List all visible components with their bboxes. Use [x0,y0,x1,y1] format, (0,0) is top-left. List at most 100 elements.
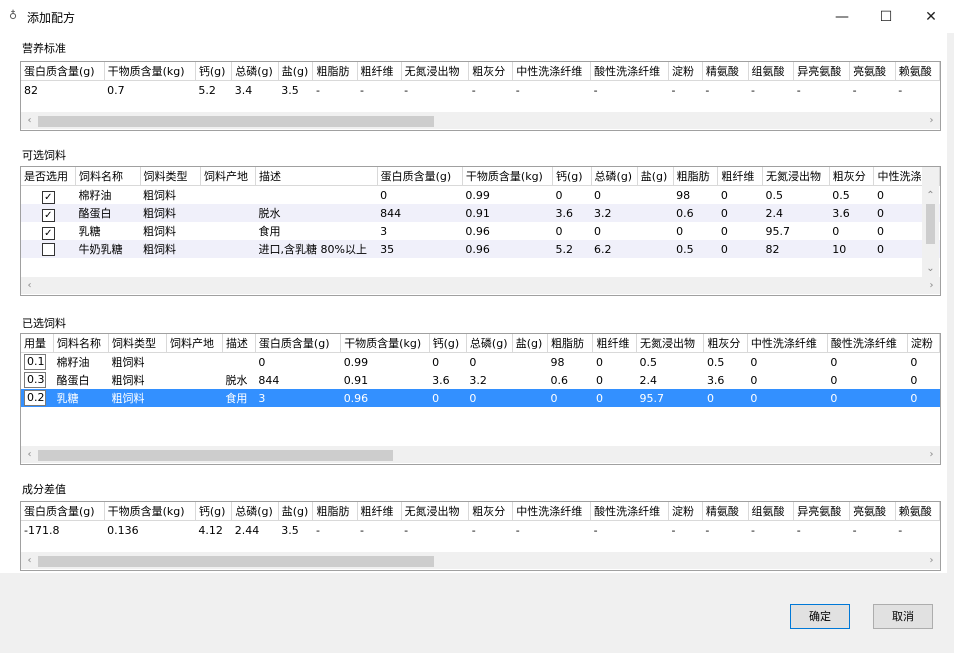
scroll-right-icon[interactable]: › [923,112,940,129]
column-header[interactable]: 蛋白质含量(g) [21,62,105,81]
column-header[interactable]: 粗脂肪 [312,62,358,81]
column-header[interactable]: 无氮浸出物 [636,334,705,353]
column-header[interactable]: 粗灰分 [468,62,514,81]
column-header[interactable]: 精氨酸 [702,502,749,521]
column-header[interactable]: 无氮浸出物 [401,62,470,81]
close-button[interactable]: ✕ [908,0,954,33]
scroll-thumb[interactable] [38,450,393,461]
table-row[interactable]: 0.3 酪蛋白 粗饲料 脱水 844 0.91 3.6 3.2 0.6 0 2.4 3.6 0 0 0 [21,371,940,389]
cancel-button[interactable]: 取消 [873,604,933,629]
column-header[interactable]: 总磷(g) [591,167,638,186]
column-header[interactable]: 亮氨酸 [849,502,896,521]
column-header[interactable]: 亮氨酸 [849,62,896,81]
column-header[interactable]: 描述 [255,167,378,186]
column-header[interactable]: 无氮浸出物 [762,167,830,186]
column-header[interactable]: 粗纤维 [357,62,402,81]
column-header[interactable]: 饲料名称 [53,334,109,353]
available-feeds-hscrollbar[interactable]: ‹ › [21,277,940,294]
difference-hscrollbar[interactable]: ‹ › [21,552,940,569]
checkbox-cell[interactable]: ✓ [21,186,76,204]
maximize-button[interactable]: ☐ [863,0,909,33]
select-checkbox[interactable] [41,243,55,256]
column-header[interactable]: 粗纤维 [357,502,402,521]
select-checkbox[interactable]: ✓ [41,191,55,204]
scroll-left-icon[interactable]: ‹ [21,112,38,129]
column-header[interactable]: 干物质含量(kg) [104,62,196,81]
table-row[interactable]: -171.8 0.136 4.12 2.44 3.5 - - - - - - - - - - - - [21,521,940,540]
column-header[interactable]: 蛋白质含量(g) [377,167,463,186]
column-header[interactable]: 盐(g) [278,62,314,81]
scroll-right-icon[interactable]: › [923,552,940,569]
column-header[interactable]: 酸性洗涤纤维 [590,502,669,521]
difference-grid[interactable]: 蛋白质含量(g) 干物质含量(kg) 钙(g) 总磷(g) 盐(g) 粗脂肪 粗纤维 无氮浸出… [20,501,941,571]
available-feeds-vscrollbar[interactable]: ⌃ ⌄ [922,167,939,277]
column-header[interactable]: 中性洗涤纤维 [512,502,592,521]
column-header[interactable]: 粗纤维 [592,334,637,353]
column-header[interactable]: 淀粉 [668,62,703,81]
column-header[interactable]: 赖氨酸 [895,502,940,521]
select-checkbox[interactable]: ✓ [41,209,55,222]
scroll-thumb[interactable] [926,204,935,244]
scroll-thumb[interactable] [38,116,434,127]
checkbox-cell[interactable] [21,240,76,258]
scroll-down-icon[interactable]: ⌄ [922,260,939,277]
column-header[interactable]: 粗脂肪 [673,167,719,186]
column-header[interactable]: 总磷(g) [231,62,279,81]
column-header[interactable]: 钙(g) [552,167,592,186]
column-header[interactable]: 钙(g) [195,502,233,521]
table-row[interactable]: ✓ 棉籽油 粗饲料 0 0.99 0 0 98 0 0.5 0.5 0 [21,186,940,204]
scroll-thumb[interactable] [38,556,434,567]
column-header[interactable]: 异亮氨酸 [793,62,851,81]
confirm-button[interactable]: 确定 [790,604,850,629]
column-header[interactable]: 干物质含量(kg) [340,334,430,353]
scroll-left-icon[interactable]: ‹ [21,446,38,463]
column-header[interactable]: 干物质含量(kg) [104,502,196,521]
selected-feeds-hscrollbar[interactable]: ‹ › [21,446,940,463]
column-header[interactable]: 淀粉 [668,502,703,521]
column-header[interactable]: 中性洗涤纤维 [747,334,828,353]
nutrition-standard-hscrollbar[interactable]: ‹ › [21,112,940,129]
column-header[interactable]: 饲料类型 [140,167,202,186]
quantity-cell[interactable]: 0.2 [21,389,54,407]
quantity-cell[interactable]: 0.1 [21,353,53,372]
minimize-button[interactable]: — [819,0,865,33]
column-header[interactable]: 粗脂肪 [547,334,594,353]
table-row[interactable]: ✓ 乳糖 粗饲料 食用 3 0.96 0 0 0 0 95.7 0 0 [21,222,940,240]
column-header[interactable]: 饲料产地 [166,334,223,353]
column-header[interactable]: 粗纤维 [717,167,764,186]
column-header[interactable]: 中性洗涤纤维 [512,62,592,81]
quantity-cell[interactable]: 0.3 [21,371,53,389]
column-header[interactable]: 赖氨酸 [895,62,940,81]
column-header[interactable]: 用量 [21,334,54,353]
column-header[interactable]: 蛋白质含量(g) [255,334,342,353]
column-header[interactable]: 钙(g) [195,62,233,81]
column-header[interactable]: 饲料产地 [200,167,257,186]
column-header[interactable]: 异亮氨酸 [793,502,851,521]
column-header[interactable]: 总磷(g) [231,502,279,521]
column-header[interactable]: 酸性洗涤纤维 [590,62,669,81]
column-header[interactable]: 组氨酸 [748,502,795,521]
table-row[interactable]: 0.1 棉籽油 粗饲料 0 0.99 0 0 98 0 0.5 0.5 0 0 0 [21,353,940,372]
scroll-right-icon[interactable]: › [923,446,940,463]
column-header[interactable]: 粗灰分 [703,334,748,353]
column-header[interactable]: 总磷(g) [466,334,513,353]
checkbox-cell[interactable]: ✓ [21,204,76,222]
scroll-up-icon[interactable]: ⌃ [922,187,939,204]
select-checkbox[interactable]: ✓ [41,227,55,240]
column-header[interactable]: 蛋白质含量(g) [21,502,105,521]
column-header[interactable]: 饲料名称 [75,167,141,186]
column-header[interactable]: 盐(g) [278,502,314,521]
table-row[interactable]: 0.2 乳糖 粗饲料 食用 3 0.96 0 0 0 0 95.7 0 0 0 0 [21,389,940,407]
quantity-input[interactable]: 0.2 [24,390,46,406]
column-header[interactable]: 是否选用 [21,167,77,186]
table-row[interactable]: 82 0.7 5.2 3.4 3.5 - - - - - - - - - - - - [21,81,940,100]
column-header[interactable]: 组氨酸 [748,62,795,81]
column-header[interactable]: 酸性洗涤纤维 [827,334,908,353]
available-feeds-grid[interactable]: 是否选用 饲料名称 饲料类型 饲料产地 描述 蛋白质含量(g) 干物质含量(kg) 钙(g) 总… [20,166,941,296]
column-header[interactable]: 无氮浸出物 [401,502,470,521]
column-header[interactable]: 盐(g) [512,334,548,353]
selected-feeds-grid[interactable]: 用量 饲料名称 饲料类型 饲料产地 描述 蛋白质含量(g) 干物质含量(kg) 钙(g) 总磷(… [20,333,941,465]
column-header[interactable]: 粗脂肪 [312,502,358,521]
column-header[interactable]: 精氨酸 [702,62,749,81]
column-header[interactable]: 饲料类型 [108,334,167,353]
